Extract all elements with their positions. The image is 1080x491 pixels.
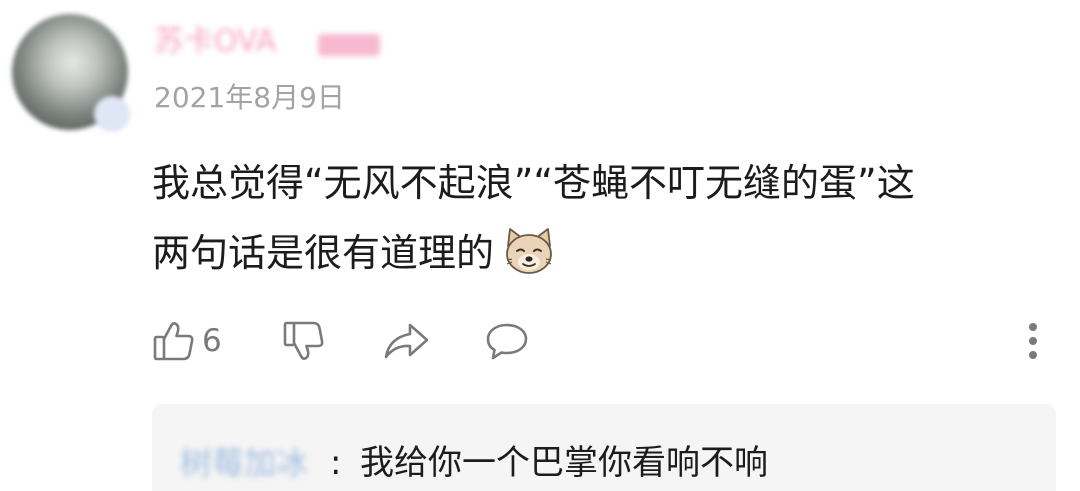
more-options-button[interactable] bbox=[1018, 318, 1048, 364]
reply-username[interactable]: 树莓加冰 bbox=[180, 440, 308, 486]
reply-button[interactable] bbox=[484, 318, 530, 364]
dog-face-emoji bbox=[506, 228, 552, 274]
comment-text-line-2-text: 两句话是很有道理的 bbox=[152, 231, 495, 275]
like-button[interactable]: 6 bbox=[152, 318, 222, 364]
reply-text: 我给你一个巴掌你看响不响 bbox=[360, 443, 768, 483]
more-vertical-icon bbox=[1029, 323, 1037, 359]
comment-text-line-1: 我总觉得“无风不起浪”“苍蝇不叮无缝的蛋”这 bbox=[152, 161, 915, 205]
like-count: 6 bbox=[202, 323, 222, 359]
comment-screen: 苏卡OVA 2021年8月9日 我总觉得“无风不起浪”“苍蝇不叮无缝的蛋”这 两… bbox=[0, 0, 1080, 491]
comment-text-line-2: 两句话是很有道理的 bbox=[152, 218, 1052, 288]
comment-text: 我总觉得“无风不起浪”“苍蝇不叮无缝的蛋”这 两句话是很有道理的 bbox=[152, 148, 1052, 288]
reply-colon: : bbox=[330, 443, 342, 483]
share-button[interactable] bbox=[382, 318, 430, 364]
user-level-badge bbox=[318, 34, 380, 56]
dislike-button[interactable] bbox=[282, 318, 326, 364]
share-icon bbox=[384, 323, 429, 359]
username[interactable]: 苏卡OVA bbox=[154, 22, 276, 62]
comment-date: 2021年8月9日 bbox=[154, 81, 345, 114]
thumbs-down-icon bbox=[283, 321, 324, 360]
reply-preview[interactable]: 树莓加冰 : 我给你一个巴掌你看响不响 bbox=[152, 404, 1056, 491]
thumbs-up-icon bbox=[153, 322, 194, 361]
avatar-badge bbox=[94, 96, 130, 132]
comment-icon bbox=[486, 323, 528, 360]
